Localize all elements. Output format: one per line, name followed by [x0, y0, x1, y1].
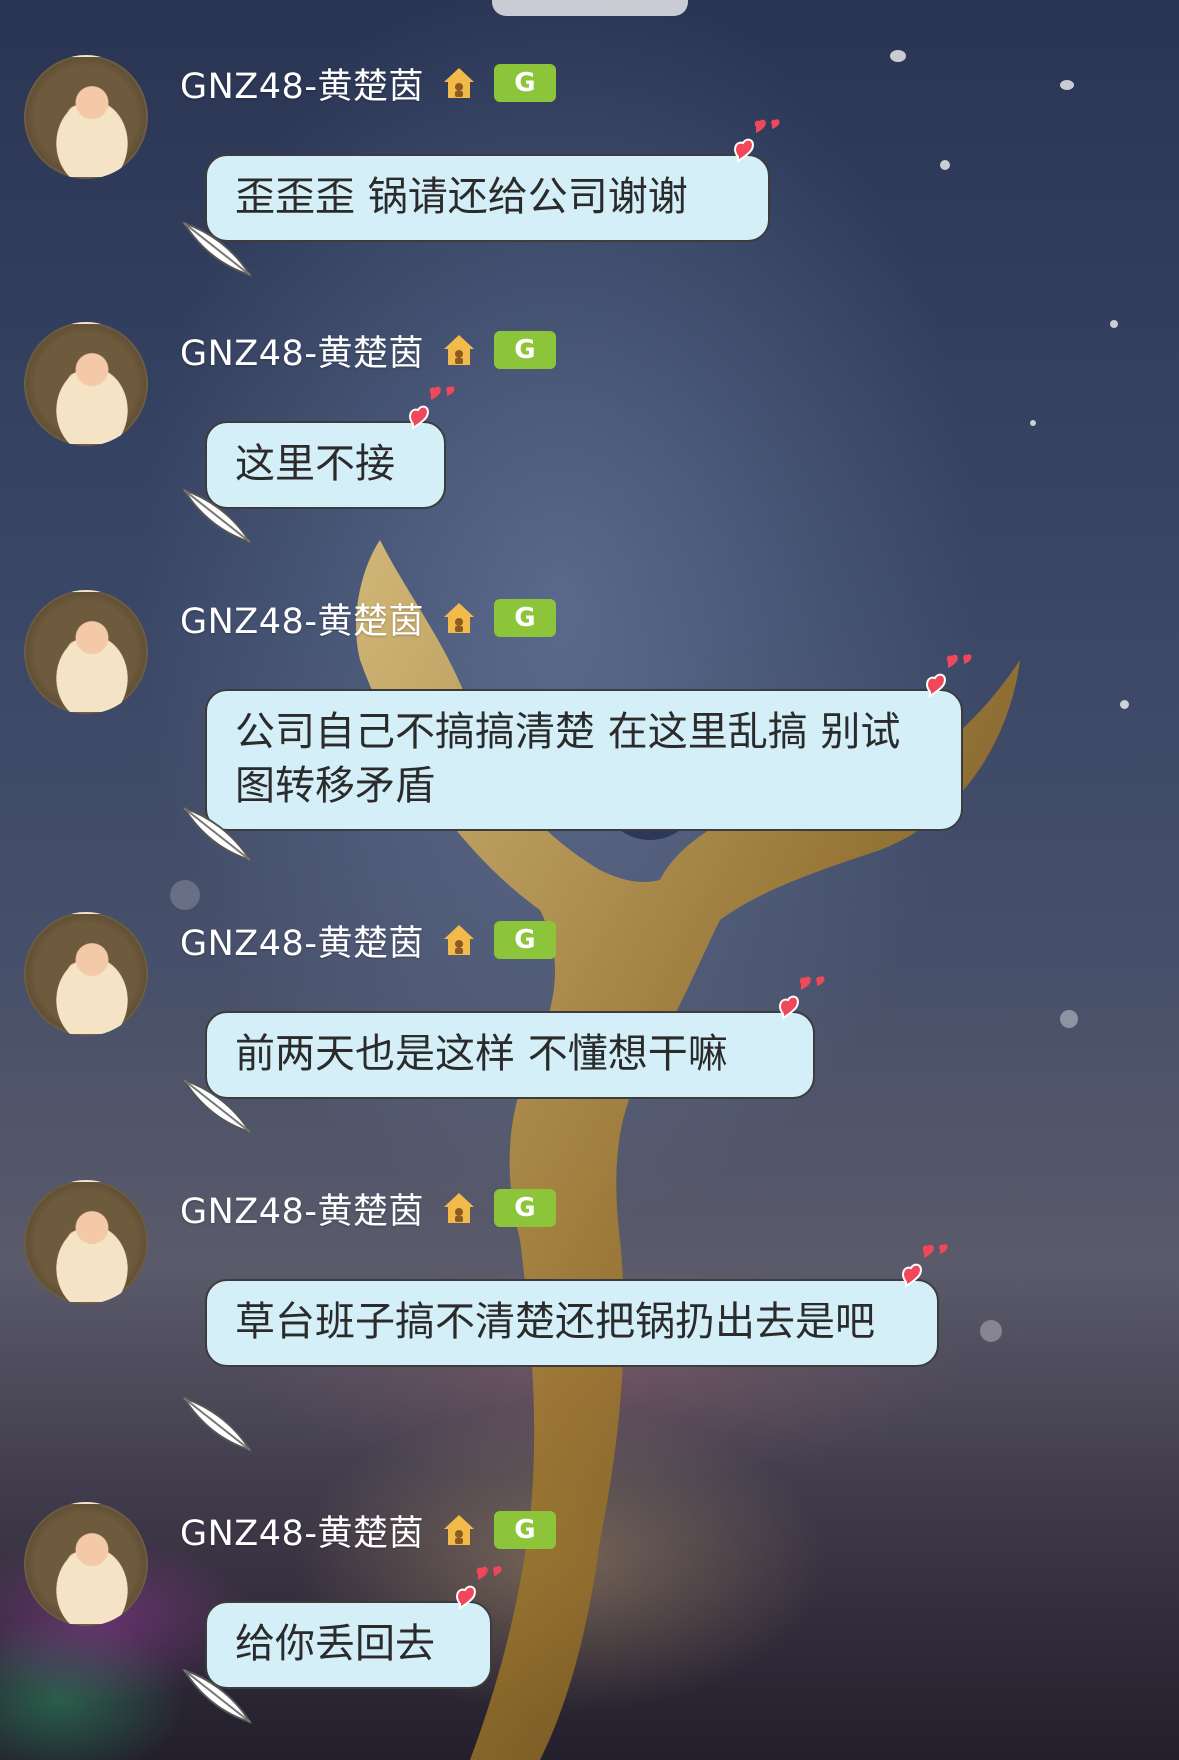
- message-bubble[interactable]: 前两天也是这样 不懂想干嘛: [205, 1011, 815, 1099]
- avatar[interactable]: [24, 590, 148, 714]
- feather-icon: [181, 1078, 253, 1134]
- background-sparkle: [1030, 420, 1036, 426]
- message-bubble[interactable]: 歪歪歪 锅请还给公司谢谢: [205, 154, 770, 242]
- hearts-icon: [409, 386, 455, 430]
- hearts-icon: [779, 976, 825, 1020]
- background-sparkle: [1110, 320, 1118, 328]
- sender-row: GNZ48-黄楚茵 G: [180, 1505, 556, 1555]
- status-pill: [492, 0, 688, 16]
- house-icon: [443, 335, 474, 365]
- avatar[interactable]: [24, 1180, 148, 1304]
- sender-row: GNZ48-黄楚茵 G: [180, 915, 556, 965]
- sender-row: GNZ48-黄楚茵 G: [180, 1183, 556, 1233]
- sender-name[interactable]: GNZ48-黄楚茵: [180, 1505, 424, 1556]
- house-icon: [443, 603, 474, 633]
- level-badge: G: [493, 331, 556, 369]
- background-sparkle: [1060, 80, 1074, 90]
- avatar[interactable]: [24, 1502, 148, 1626]
- hearts-icon: [734, 119, 780, 163]
- feather-icon: [181, 806, 253, 862]
- sender-name[interactable]: GNZ48-黄楚茵: [180, 593, 424, 644]
- feather-icon: [181, 1396, 253, 1452]
- avatar[interactable]: [24, 55, 148, 179]
- background-sparkle: [1120, 700, 1129, 709]
- level-badge: G: [493, 1189, 556, 1227]
- background-sparkle: [1060, 1010, 1078, 1028]
- sender-row: GNZ48-黄楚茵 G: [180, 593, 556, 643]
- feather-icon: [181, 221, 253, 277]
- house-icon: [443, 1193, 474, 1223]
- house-icon: [443, 1515, 474, 1545]
- house-icon: [443, 925, 474, 955]
- background-sparkle: [890, 50, 906, 62]
- sender-name[interactable]: GNZ48-黄楚茵: [180, 325, 424, 376]
- level-badge: G: [493, 921, 556, 959]
- level-badge: G: [493, 64, 556, 102]
- message-bubble[interactable]: 草台班子搞不清楚还把锅扔出去是吧: [205, 1279, 939, 1367]
- level-badge: G: [493, 599, 556, 637]
- message-bubble[interactable]: 公司自己不搞搞清楚 在这里乱搞 别试图转移矛盾: [205, 689, 963, 831]
- background-sparkle: [940, 160, 950, 170]
- avatar[interactable]: [24, 322, 148, 446]
- level-badge: G: [493, 1511, 556, 1549]
- feather-icon: [181, 1668, 253, 1724]
- hearts-icon: [902, 1244, 948, 1288]
- sender-name[interactable]: GNZ48-黄楚茵: [180, 1183, 424, 1234]
- hearts-icon: [456, 1566, 502, 1610]
- avatar[interactable]: [24, 912, 148, 1036]
- house-icon: [443, 68, 474, 98]
- sender-name[interactable]: GNZ48-黄楚茵: [180, 58, 424, 109]
- sender-row: GNZ48-黄楚茵 G: [180, 58, 556, 108]
- background-sparkle: [170, 880, 200, 910]
- sender-name[interactable]: GNZ48-黄楚茵: [180, 915, 424, 966]
- sender-row: GNZ48-黄楚茵 G: [180, 325, 556, 375]
- hearts-icon: [926, 654, 972, 698]
- feather-icon: [181, 488, 253, 544]
